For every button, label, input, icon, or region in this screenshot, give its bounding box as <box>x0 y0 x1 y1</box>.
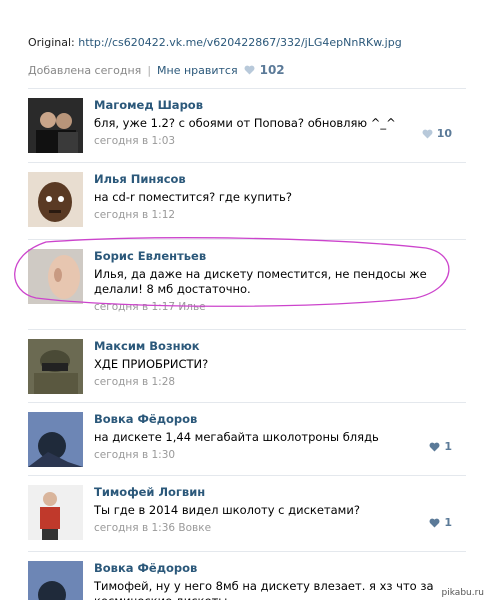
heart-icon <box>429 442 440 452</box>
comment-author[interactable]: Тимофей Логвин <box>94 485 466 499</box>
comment-text: на cd-r поместится? где купить? <box>94 190 292 204</box>
avatar[interactable] <box>28 172 83 227</box>
original-label: Original: <box>28 36 75 49</box>
avatar[interactable] <box>28 98 83 153</box>
reply-to-link[interactable]: Вовке <box>178 522 211 534</box>
comment-like-button[interactable]: 1 <box>429 516 452 529</box>
comment-item: Илья Пинясов на cd-r поместится? где куп… <box>28 162 466 239</box>
comment-text: ХДЕ ПРИОБРИСТИ? <box>94 357 209 371</box>
comments-list: Магомед Шаров бля, уже 1.2? с обоями от … <box>28 88 466 600</box>
comment-time[interactable]: сегодня в 1:12 <box>94 209 466 221</box>
post-meta: Original: http://cs620422.vk.me/v6204228… <box>28 36 468 77</box>
comment-like-count: 1 <box>444 516 452 529</box>
comment-like-count: 10 <box>436 127 452 140</box>
comment-time[interactable]: сегодня в 1:17 Илье <box>94 301 466 313</box>
like-button[interactable]: Мне нравится <box>157 64 238 77</box>
comment-time-text: сегодня в 1:17 <box>94 301 176 313</box>
comment-author[interactable]: Максим Вознюк <box>94 339 466 353</box>
comment-time-text: сегодня в 1:12 <box>94 209 176 221</box>
comment-text: на дискете 1,44 мегабайта школотроны бля… <box>94 430 379 444</box>
comment-item: Магомед Шаров бля, уже 1.2? с обоями от … <box>28 88 466 162</box>
comment-author[interactable]: Вовка Фёдоров <box>94 412 466 426</box>
post-actions: Добавлена сегодня | Мне нравится 102 <box>28 63 468 77</box>
heart-icon <box>429 518 440 528</box>
comment-text: Тимофей, ну у него 8мб на дискету влезае… <box>94 579 434 600</box>
original-link-line: Original: http://cs620422.vk.me/v6204228… <box>28 36 468 49</box>
comment-time-text: сегодня в 1:36 <box>94 522 176 534</box>
comment-time[interactable]: сегодня в 1:30 <box>94 449 466 461</box>
comment-item: Вовка Фёдоров на дискете 1,44 мегабайта … <box>28 402 466 475</box>
comment-author[interactable]: Борис Евлентьев <box>94 249 466 263</box>
avatar[interactable] <box>28 339 83 394</box>
comment-item: Вовка Фёдоров Тимофей, ну у него 8мб на … <box>28 551 466 600</box>
like-count: 102 <box>259 63 285 77</box>
comment-time-text: сегодня в 1:30 <box>94 449 176 461</box>
added-date-label: Добавлена сегодня <box>28 63 142 77</box>
separator: | <box>147 63 152 77</box>
avatar[interactable] <box>28 249 83 304</box>
reply-to-link[interactable]: Илье <box>178 301 205 313</box>
heart-icon[interactable] <box>244 65 255 75</box>
avatar[interactable] <box>28 561 83 600</box>
comment-like-button[interactable]: 10 <box>422 127 452 140</box>
comment-author[interactable]: Вовка Фёдоров <box>94 561 466 575</box>
comment-item: Тимофей Логвин Ты где в 2014 видел школо… <box>28 475 466 551</box>
comment-time-text: сегодня в 1:03 <box>94 135 176 147</box>
comment-time[interactable]: сегодня в 1:36 Вовке <box>94 522 466 534</box>
comment-time-text: сегодня в 1:28 <box>94 376 176 388</box>
avatar[interactable] <box>28 412 83 467</box>
original-url-link[interactable]: http://cs620422.vk.me/v620422867/332/jLG… <box>78 36 401 49</box>
comment-like-button[interactable]: 1 <box>429 440 452 453</box>
comment-item: Борис Евлентьев Илья, да даже на дискету… <box>28 239 466 329</box>
avatar[interactable] <box>28 485 83 540</box>
comment-item: Максим Вознюк ХДЕ ПРИОБРИСТИ? сегодня в … <box>28 329 466 402</box>
comment-author[interactable]: Илья Пинясов <box>94 172 466 186</box>
comment-author[interactable]: Магомед Шаров <box>94 98 466 112</box>
comment-like-count: 1 <box>444 440 452 453</box>
comment-text: Ты где в 2014 видел школоту с дискетами? <box>94 503 360 517</box>
comment-time[interactable]: сегодня в 1:28 <box>94 376 466 388</box>
heart-icon <box>422 129 433 139</box>
watermark: pikabu.ru <box>441 588 484 598</box>
comment-time[interactable]: сегодня в 1:03 <box>94 135 466 147</box>
comment-text: бля, уже 1.2? с обоями от Попова? обновл… <box>94 116 396 130</box>
comment-text: Илья, да даже на дискету поместится, не … <box>94 267 427 296</box>
